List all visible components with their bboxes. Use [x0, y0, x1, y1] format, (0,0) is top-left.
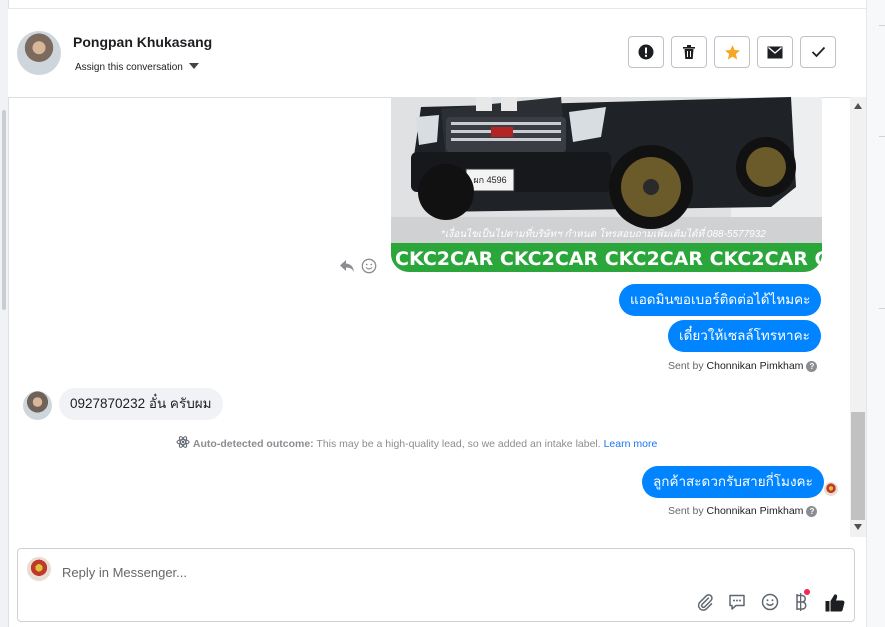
- delete-button[interactable]: [671, 36, 707, 68]
- react-emoji-icon[interactable]: [361, 258, 377, 274]
- atom-icon: [176, 436, 190, 448]
- exclamation-circle-icon: [638, 44, 654, 60]
- banner-text: CKC2CAR CKC2CAR CKC2CAR CKC2CAR CKC2: [395, 248, 822, 270]
- phone-overlay-text: *เงื่อนไขเป็นไปตามที่บริษัทฯ กำหนด โทรสอ…: [441, 226, 766, 240]
- saved-reply-icon: [729, 594, 745, 610]
- attachment-button[interactable]: [694, 591, 716, 613]
- incoming-message[interactable]: 0927870232 อั๋น ครับผม: [59, 388, 223, 420]
- paperclip-icon: [697, 594, 713, 611]
- sent-by-agent[interactable]: Chonnikan Pimkham: [707, 360, 804, 372]
- sent-by-prefix: Sent by: [668, 505, 704, 517]
- conversation-header: Pongpan Khukasang Assign this conversati…: [8, 8, 866, 98]
- mark-unread-button[interactable]: [757, 36, 793, 68]
- scrollbar-thumb[interactable]: [851, 412, 865, 520]
- payment-icon: [796, 593, 807, 611]
- emoji-icon: [761, 593, 779, 611]
- emoji-button[interactable]: [759, 591, 781, 613]
- sent-by-agent[interactable]: Chonnikan Pimkham: [707, 505, 804, 517]
- reply-input[interactable]: [62, 562, 662, 582]
- thread-scrollbar[interactable]: [850, 97, 866, 537]
- notification-dot: [804, 589, 810, 595]
- agent-avatar: [27, 557, 51, 581]
- envelope-icon: [767, 46, 783, 58]
- auto-outcome-text: This may be a high-quality lead, so we a…: [316, 438, 601, 450]
- message-thread[interactable]: ผก 4596 *เงื่อนไขเป็นไปตามที่บริษัทฯ กำห…: [8, 97, 850, 537]
- contact-avatar[interactable]: [17, 31, 61, 75]
- sent-by-label: Sent by Chonnikan Pimkham?: [668, 360, 818, 372]
- mark-done-button[interactable]: [800, 36, 836, 68]
- assign-conversation-dropdown[interactable]: Assign this conversation: [75, 62, 199, 73]
- sent-by-label: Sent by Chonnikan Pimkham?: [668, 505, 818, 517]
- contact-name[interactable]: Pongpan Khukasang: [73, 34, 212, 50]
- contact-avatar-small[interactable]: [23, 391, 52, 420]
- sent-by-prefix: Sent by: [668, 360, 704, 372]
- trash-icon: [683, 45, 695, 59]
- star-button[interactable]: [714, 36, 750, 68]
- reply-icon[interactable]: [339, 259, 355, 273]
- caret-down-icon: [188, 63, 199, 69]
- checkmark-icon: [811, 46, 825, 58]
- help-icon[interactable]: ?: [806, 361, 818, 372]
- scroll-down-arrow-icon[interactable]: [854, 524, 862, 530]
- scroll-up-arrow-icon[interactable]: [854, 103, 862, 109]
- outgoing-message[interactable]: แอดมินขอเบอร์ติดต่อได้ไหมคะ: [619, 284, 822, 316]
- right-side-strip: [866, 0, 885, 627]
- thumbs-up-icon: [825, 593, 845, 611]
- license-plate: ผก 4596: [473, 175, 506, 185]
- auto-outcome-label: Auto-detected outcome:: [192, 438, 314, 450]
- auto-detected-outcome: Auto-detected outcome: This may be a hig…: [176, 435, 657, 450]
- seen-by-avatar: [824, 482, 838, 496]
- assign-label: Assign this conversation: [75, 62, 183, 73]
- star-icon: [724, 44, 740, 59]
- learn-more-link[interactable]: Learn more: [604, 438, 658, 450]
- car-photo: ผก 4596 *เงื่อนไขเป็นไปตามที่บริษัทฯ กำห…: [391, 97, 822, 272]
- payment-button[interactable]: [790, 589, 812, 613]
- saved-replies-button[interactable]: [726, 591, 748, 613]
- reply-composer: [17, 548, 855, 622]
- car-image-message[interactable]: ผก 4596 *เงื่อนไขเป็นไปตามที่บริษัทฯ กำห…: [391, 97, 822, 272]
- outgoing-message[interactable]: เดี๋ยวให้เซลล์โทรหาคะ: [668, 320, 821, 352]
- left-rail-scroll-thumb[interactable]: [2, 110, 6, 310]
- like-button[interactable]: [824, 591, 846, 613]
- outgoing-message[interactable]: ลูกค้าสะดวกรับสายกี่โมงคะ: [642, 466, 824, 498]
- report-spam-button[interactable]: [628, 36, 664, 68]
- help-icon[interactable]: ?: [806, 506, 818, 517]
